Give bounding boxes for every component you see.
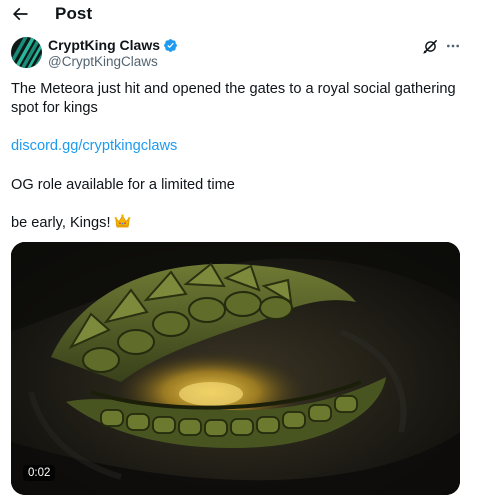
header: Post	[0, 0, 481, 30]
post-text-line-5-label: be early, Kings!	[11, 215, 111, 231]
verified-badge-icon	[163, 38, 178, 53]
post-text-line-4: OG role available for a limited time	[11, 177, 235, 193]
grok-button[interactable]	[421, 37, 439, 55]
avatar[interactable]	[11, 37, 42, 68]
author-name[interactable]: CryptKing Claws	[48, 37, 178, 53]
discord-link[interactable]: discord.gg/cryptkingclaws	[11, 137, 177, 157]
post-text-line-5: be early, Kings!	[11, 213, 131, 237]
crown-emoji-icon	[114, 213, 131, 237]
back-button[interactable]	[9, 3, 31, 25]
more-options-button[interactable]	[444, 37, 462, 55]
author-name-text: CryptKing Claws	[48, 37, 161, 53]
author-handle[interactable]: @CryptKingClaws	[48, 54, 158, 69]
video-duration: 0:02	[23, 465, 56, 481]
page-title: Post	[55, 4, 93, 23]
arrow-left-icon	[12, 7, 28, 21]
video-player[interactable]: 0:02	[11, 242, 460, 495]
post-text-line-2: spot for kings	[11, 100, 98, 116]
grok-icon	[422, 39, 437, 54]
dragon-eye-thumbnail	[11, 242, 460, 495]
post-page: Post CryptKing Claws @CryptKingClaws The…	[0, 0, 481, 500]
post-text-line-1: The Meteora just hit and opened the gate…	[11, 81, 456, 97]
more-horizontal-icon	[447, 44, 459, 48]
